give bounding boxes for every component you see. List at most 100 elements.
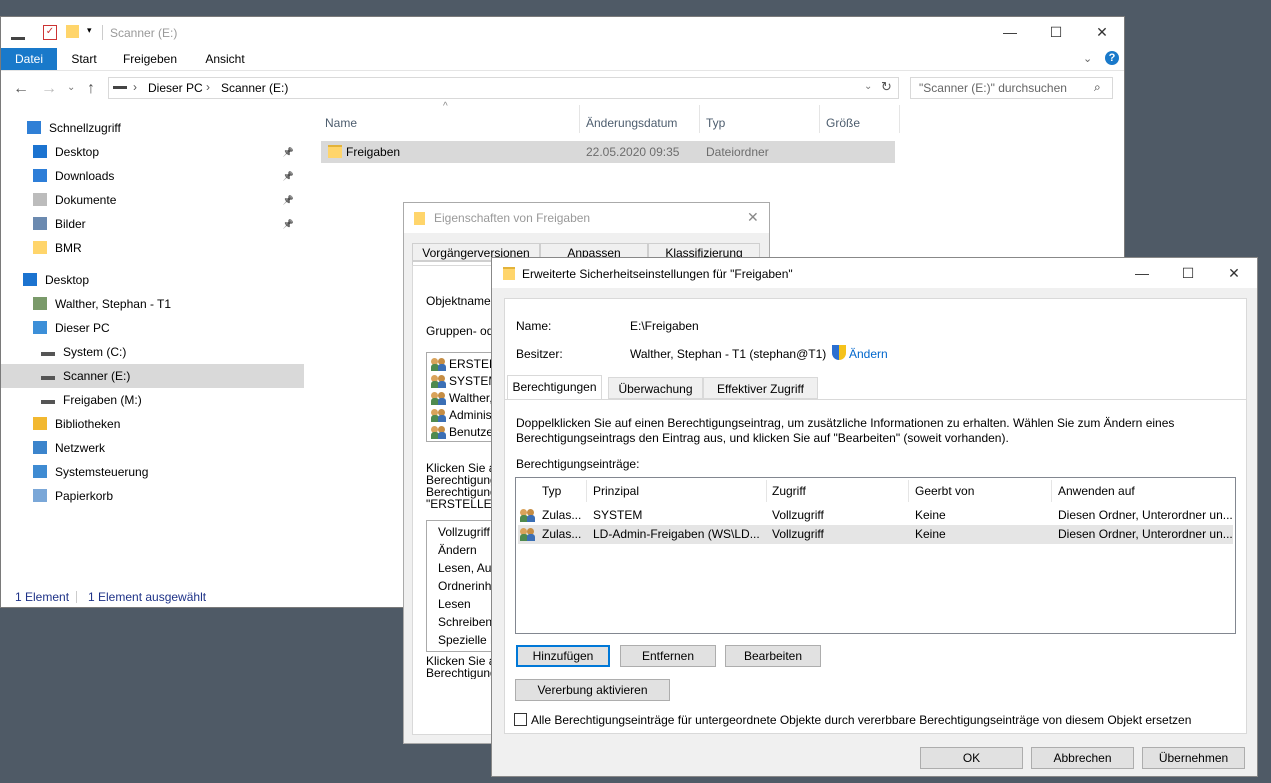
cell-access: Vollzugriff <box>772 508 824 522</box>
status-count: 1 Element <box>15 590 70 604</box>
nav-item[interactable]: Systemsteuerung <box>1 460 304 484</box>
nav-item[interactable]: Bilder 📌 <box>1 212 304 236</box>
forward-icon[interactable]: → <box>41 80 57 98</box>
tab-freigeben[interactable]: Freigeben <box>111 48 189 70</box>
minimize-button[interactable]: — <box>1119 258 1165 289</box>
file-row[interactable]: Freigaben 22.05.2020 09:35 Dateiordner <box>321 141 895 163</box>
nav-item[interactable]: Desktop <box>1 268 304 292</box>
enable-inheritance-button[interactable]: Vererbung aktivieren <box>515 679 670 701</box>
breadcrumb-dieser-pc[interactable]: Dieser PC <box>148 81 203 95</box>
new-folder-icon[interactable] <box>66 25 79 38</box>
nav-item-label: Desktop <box>45 273 90 287</box>
col-geerbt-von[interactable]: Geerbt von <box>915 480 974 502</box>
ribbon: Datei Start Freigeben Ansicht ⌄ ? <box>1 48 1124 71</box>
add-button[interactable]: Hinzufügen <box>516 645 610 667</box>
change-owner-link[interactable]: Ändern <box>849 347 888 361</box>
user-group-icon <box>520 508 536 522</box>
owner-value: Walther, Stephan - T1 (stephan@T1) <box>630 347 827 361</box>
nav-item-label: Bilder <box>55 217 86 231</box>
tab-start[interactable]: Start <box>61 48 107 70</box>
column-date[interactable]: Änderungsdatum <box>586 113 677 133</box>
replace-checkbox[interactable] <box>514 713 527 726</box>
nav-item[interactable]: Dokumente 📌 <box>1 188 304 212</box>
col-anwenden-auf[interactable]: Anwenden auf <box>1058 480 1135 502</box>
cell-principal: SYSTEM <box>593 508 643 522</box>
refresh-icon[interactable]: ↻ <box>881 79 892 95</box>
permission-entries-grid[interactable]: Typ Prinzipal Zugriff Geerbt von Anwende… <box>515 477 1236 634</box>
name-label: Name: <box>516 319 552 333</box>
replace-checkbox-label[interactable]: Alle Berechtigungseinträge für untergeor… <box>531 713 1191 727</box>
download-icon <box>33 169 47 182</box>
close-button[interactable]: ✕ <box>1211 258 1257 289</box>
search-icon[interactable]: ⌕ <box>1094 80 1101 95</box>
nav-item-label: Netzwerk <box>55 441 106 455</box>
window-title: Scanner (E:) <box>110 26 178 40</box>
permission-entry-row[interactable]: Zulas... LD-Admin-Freigaben (WS\LD... Voll… <box>518 525 1233 544</box>
nav-item[interactable]: Downloads 📌 <box>1 164 304 188</box>
nav-item-label: Downloads <box>55 169 115 183</box>
cell-type: Zulas... <box>542 527 582 541</box>
permission-item: Vollzugriff <box>438 525 490 539</box>
tab-ansicht[interactable]: Ansicht <box>193 48 257 70</box>
edit-button[interactable]: Bearbeiten <box>725 645 821 667</box>
pictures-icon <box>33 217 47 230</box>
nav-item[interactable]: System (C:) <box>1 340 304 364</box>
title-divider <box>102 25 103 40</box>
nav-item[interactable]: Bibliotheken <box>1 412 304 436</box>
folder-icon <box>503 267 515 280</box>
search-input[interactable]: "Scanner (E:)" durchsuchen ⌕ <box>910 77 1113 99</box>
column-type[interactable]: Typ <box>706 113 725 133</box>
permission-item: Lesen <box>438 597 471 611</box>
column-size[interactable]: Größe <box>826 113 860 133</box>
nav-item[interactable]: Netzwerk <box>1 436 304 460</box>
owner-label: Besitzer: <box>516 347 563 361</box>
tab-datei[interactable]: Datei <box>1 48 57 70</box>
close-icon[interactable]: ✕ <box>747 209 759 226</box>
nav-item[interactable]: Walther, Stephan - T1 <box>1 292 304 316</box>
nav-item[interactable]: Dieser PC <box>1 316 304 340</box>
ok-button[interactable]: OK <box>920 747 1023 769</box>
properties-title: Eigenschaften von Freigaben <box>434 211 591 225</box>
remove-button[interactable]: Entfernen <box>620 645 716 667</box>
nav-item[interactable]: Scanner (E:) <box>1 364 304 388</box>
cancel-button[interactable]: Abbrechen <box>1031 747 1134 769</box>
name-value: E:\Freigaben <box>630 319 699 333</box>
permission-entry-row[interactable]: Zulas... SYSTEM Vollzugriff Keine Diesen Ord… <box>518 506 1233 525</box>
help-icon[interactable]: ? <box>1105 51 1119 65</box>
cell-inherited: Keine <box>915 508 946 522</box>
column-name[interactable]: Name <box>325 113 357 133</box>
nav-item-label: Freigaben (M:) <box>63 393 142 407</box>
maximize-button[interactable]: ☐ <box>1165 258 1211 289</box>
minimize-button[interactable]: — <box>987 17 1033 48</box>
cell-access: Vollzugriff <box>772 527 824 541</box>
col-prinzipal[interactable]: Prinzipal <box>593 480 639 502</box>
apply-button[interactable]: Übernehmen <box>1142 747 1245 769</box>
expand-ribbon-icon[interactable]: ⌄ <box>1083 52 1092 65</box>
quick-access-dropdown-icon[interactable]: ▾ <box>87 25 92 36</box>
desktop-icon <box>23 273 37 286</box>
folder-icon <box>33 241 47 254</box>
close-button[interactable]: ✕ <box>1079 17 1125 48</box>
address-bar[interactable]: › Dieser PC › Scanner (E:) ⌄ ↻ <box>108 77 899 99</box>
recent-dropdown-icon[interactable]: ⌄ <box>67 82 75 93</box>
nav-item[interactable]: Desktop 📌 <box>1 140 304 164</box>
up-icon[interactable]: ↑ <box>87 80 95 98</box>
cell-principal: LD-Admin-Freigaben (WS\LD... <box>593 527 760 541</box>
nav-item-label: System (C:) <box>63 345 127 359</box>
properties-icon[interactable]: ✓ <box>43 25 57 40</box>
tab-ueberwachung[interactable]: Überwachung <box>608 377 703 399</box>
nav-item[interactable]: Schnellzugriff <box>1 116 304 140</box>
nav-item[interactable]: BMR <box>1 236 304 260</box>
address-dropdown-icon[interactable]: ⌄ <box>864 81 872 92</box>
maximize-button[interactable]: ☐ <box>1033 17 1079 48</box>
document-icon <box>33 193 47 206</box>
nav-item[interactable]: Papierkorb <box>1 484 304 508</box>
nav-item[interactable]: Freigaben (M:) <box>1 388 304 412</box>
back-icon[interactable]: ← <box>13 80 29 98</box>
col-typ[interactable]: Typ <box>542 480 561 502</box>
tab-berechtigungen[interactable]: Berechtigungen <box>507 375 602 400</box>
breadcrumb-scanner[interactable]: Scanner (E:) <box>221 81 288 95</box>
col-zugriff[interactable]: Zugriff <box>772 480 806 502</box>
pin-icon: 📌 <box>282 171 294 181</box>
tab-effektiver-zugriff[interactable]: Effektiver Zugriff <box>703 377 818 399</box>
